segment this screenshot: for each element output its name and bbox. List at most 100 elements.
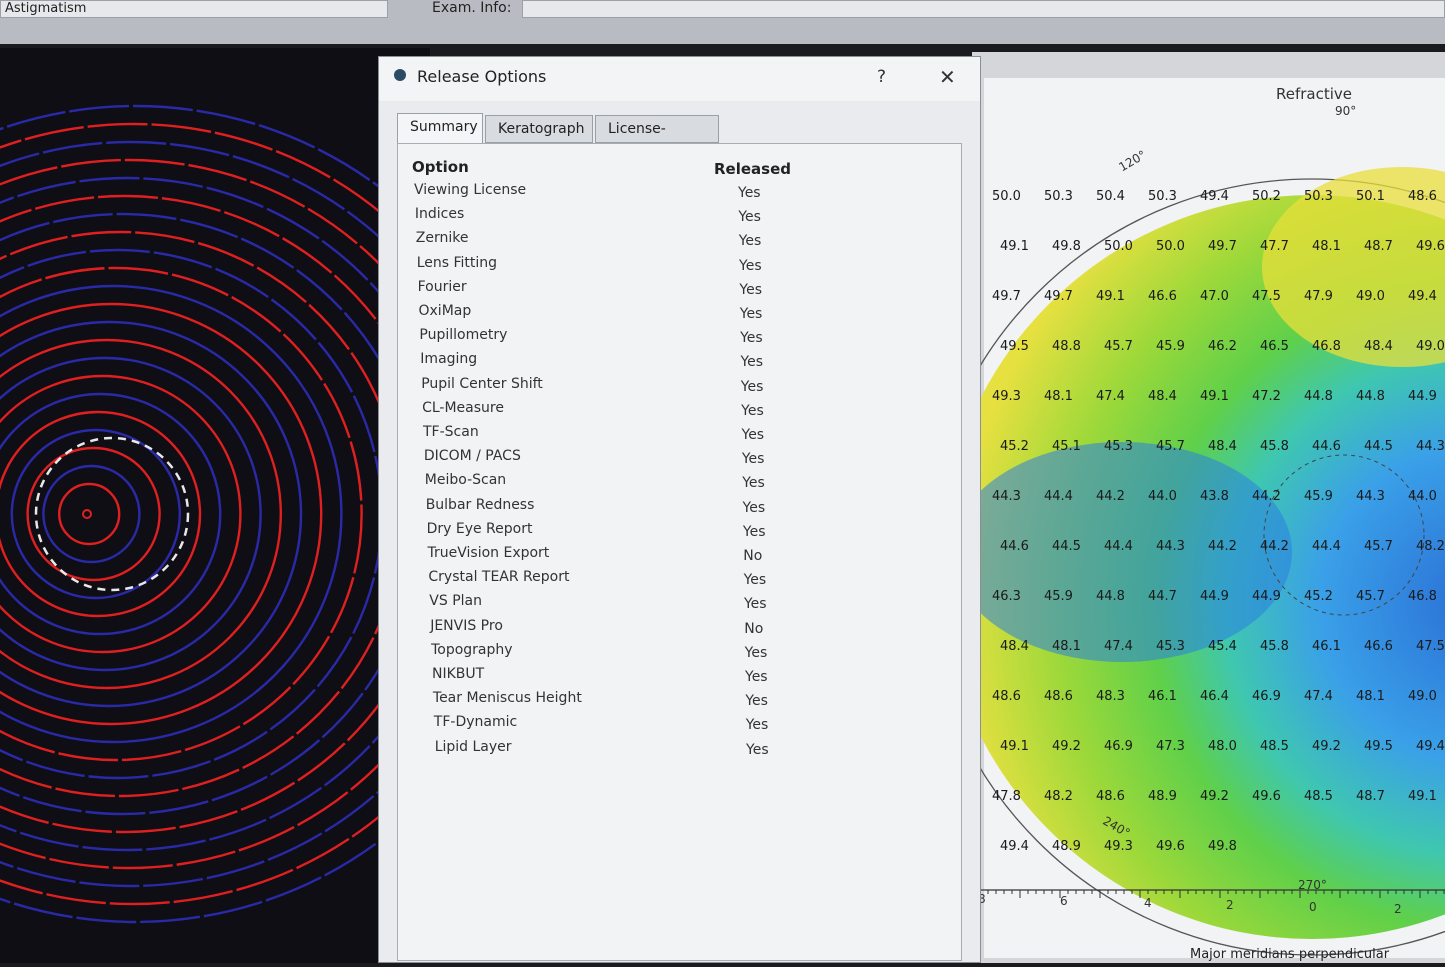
map-value-label: 49.4 <box>1416 739 1445 754</box>
released-value: Yes <box>745 717 769 734</box>
option-name: NIKBUT <box>432 666 485 682</box>
map-value-label: 49.3 <box>992 389 1021 404</box>
placido-ring <box>0 356 262 672</box>
map-value-label: 45.9 <box>1304 489 1333 504</box>
map-value-label: 46.1 <box>1312 639 1341 654</box>
map-value-label: 47.8 <box>992 789 1021 804</box>
map-value-label: 49.4 <box>1200 189 1229 204</box>
map-value-label: 48.9 <box>1148 789 1177 804</box>
released-value: Yes <box>740 354 764 371</box>
map-value-label: 47.9 <box>1304 289 1333 304</box>
placido-ring <box>0 212 424 816</box>
map-value-label: 44.3 <box>1416 439 1445 454</box>
released-value: Yes <box>741 427 765 443</box>
tab-keratograph[interactable]: Keratograph <box>485 115 593 143</box>
option-name: Meibo-Scan <box>424 472 507 489</box>
map-value-label: 45.7 <box>1356 589 1385 604</box>
map-value-label: 49.7 <box>1208 239 1237 254</box>
map-value-label: 44.4 <box>1044 489 1073 504</box>
map-value-label: 50.1 <box>1356 189 1385 204</box>
released-value: Yes <box>745 669 768 685</box>
option-name: Imaging <box>420 351 478 368</box>
angle-label-270: 270° <box>1298 878 1327 892</box>
map-value-label: 48.4 <box>1148 389 1177 404</box>
map-value-label: 44.4 <box>1312 539 1341 554</box>
map-value-label: 45.4 <box>1208 639 1237 654</box>
released-value: Yes <box>742 523 766 540</box>
option-name: Topography <box>431 641 513 658</box>
map-value-label: 45.2 <box>1304 589 1333 604</box>
map-value-label: 44.2 <box>1208 539 1237 554</box>
map-value-label: 45.8 <box>1260 439 1289 454</box>
top-toolbar: Astigmatism Exam. Info: <box>0 0 1445 44</box>
map-value-label: 45.7 <box>1364 539 1393 554</box>
map-value-label: 49.1 <box>1000 239 1029 254</box>
released-value: Yes <box>739 281 762 298</box>
map-value-label: 49.4 <box>1408 289 1437 304</box>
map-value-label: 46.5 <box>1260 339 1289 354</box>
map-value-label: 49.2 <box>1052 739 1081 754</box>
map-value-label: 46.8 <box>1408 589 1437 604</box>
tab-license-server[interactable]: License-Server <box>595 115 719 163</box>
map-value-label: 49.8 <box>1208 839 1237 854</box>
map-value-label: 46.9 <box>1252 689 1281 704</box>
map-value-label: 46.8 <box>1312 339 1341 354</box>
map-value-label: 48.2 <box>1044 789 1073 804</box>
released-value: Yes <box>739 306 763 322</box>
placido-ring-view <box>0 48 545 963</box>
axis-tick-label: 2 <box>1226 898 1234 912</box>
placido-ring <box>0 320 303 708</box>
map-value-label: 48.9 <box>1052 839 1081 854</box>
map-value-label: 49.3 <box>1104 839 1133 854</box>
option-name: CL-Measure <box>422 399 504 416</box>
map-value-label: 46.3 <box>992 589 1021 604</box>
center-marker <box>82 509 92 519</box>
angle-label-90: 90° <box>1335 104 1357 118</box>
map-value-label: 49.2 <box>1200 789 1229 804</box>
option-name: Viewing License <box>414 182 527 198</box>
dialog-titlebar[interactable]: Release Options ? ✕ <box>379 57 980 101</box>
option-name: TrueVision Export <box>427 545 550 561</box>
axis-tick-label: 6 <box>1060 894 1068 908</box>
map-value-label: 49.1 <box>1200 389 1229 404</box>
map-value-label: 50.3 <box>1304 189 1333 204</box>
map-value-label: 48.1 <box>1312 239 1341 254</box>
option-name: TF-Dynamic <box>433 714 518 731</box>
map-value-label: 44.6 <box>1000 539 1029 554</box>
option-name: Indices <box>414 206 465 223</box>
map-value-label: 49.0 <box>1408 689 1437 704</box>
help-button[interactable]: ? <box>877 67 886 87</box>
astigmatism-field[interactable]: Astigmatism <box>0 0 388 18</box>
map-value-label: 49.0 <box>1416 339 1445 354</box>
map-value-label: 47.2 <box>1252 389 1281 404</box>
option-name: Lens Fitting <box>416 254 498 271</box>
map-value-label: 45.9 <box>1156 339 1185 354</box>
map-value-label: 49.6 <box>1252 789 1281 804</box>
placido-rings <box>0 104 545 924</box>
placido-rings-svg <box>0 104 545 924</box>
map-value-label: 48.5 <box>1304 789 1333 804</box>
map-value-label: 44.8 <box>1356 389 1385 404</box>
map-value-label: 48.4 <box>1000 639 1029 654</box>
tab-summary[interactable]: Summary <box>397 113 483 143</box>
map-value-label: 44.8 <box>1304 389 1333 404</box>
option-name: DICOM / PACS <box>423 448 521 465</box>
map-value-label: 47.3 <box>1156 739 1185 754</box>
map-value-label: 43.8 <box>1200 489 1229 504</box>
map-value-label: 44.0 <box>1148 489 1177 504</box>
map-value-label: 47.4 <box>1304 689 1333 704</box>
map-value-label: 45.8 <box>1260 639 1289 654</box>
map-value-label: 44.5 <box>1052 539 1081 554</box>
exam-info-field[interactable] <box>522 0 1445 18</box>
released-value: Yes <box>741 402 764 419</box>
released-value: Yes <box>745 693 768 710</box>
map-value-label: 48.2 <box>1416 539 1445 554</box>
map-value-label: 44.2 <box>1260 539 1289 554</box>
map-value-label: 50.2 <box>1252 189 1281 204</box>
option-header: Option <box>412 158 469 176</box>
map-value-label: 48.1 <box>1052 639 1081 654</box>
map-value-label: 48.5 <box>1260 739 1289 754</box>
placido-ring <box>0 284 343 744</box>
map-value-label: 45.1 <box>1052 439 1081 454</box>
close-button[interactable]: ✕ <box>939 65 956 89</box>
